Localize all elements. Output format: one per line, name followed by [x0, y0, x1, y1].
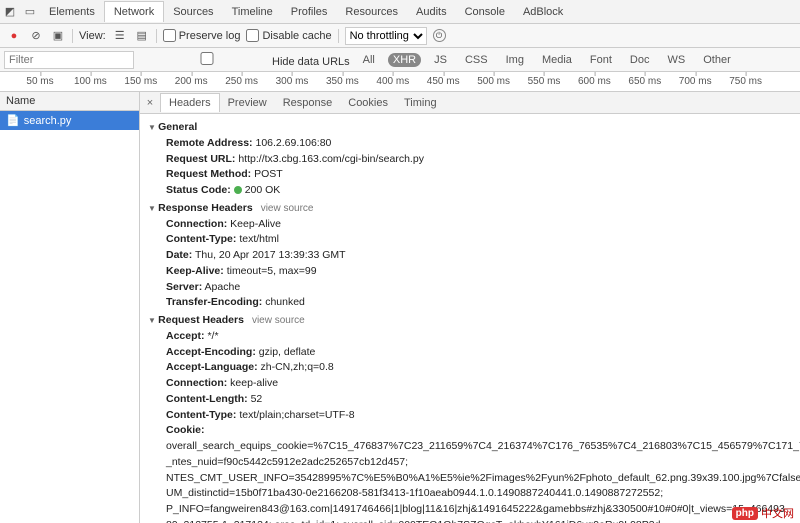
- filter-js[interactable]: JS: [429, 53, 452, 67]
- tab-network[interactable]: Network: [104, 1, 164, 22]
- filter-doc[interactable]: Doc: [625, 53, 655, 67]
- detail-tabs: × Headers Preview Response Cookies Timin…: [140, 92, 800, 114]
- camera-icon[interactable]: ▣: [50, 28, 66, 44]
- separator: [156, 29, 157, 43]
- filter-ws[interactable]: WS: [662, 53, 690, 67]
- response-headers-section[interactable]: Response Headersview source: [148, 201, 792, 217]
- filter-other[interactable]: Other: [698, 53, 736, 67]
- network-toolbar: ● ⊘ ▣ View: ☰ ▤ Preserve log Disable cac…: [0, 24, 800, 48]
- filter-xhr[interactable]: XHR: [388, 53, 421, 67]
- tab-cookies[interactable]: Cookies: [340, 94, 396, 112]
- filter-all[interactable]: All: [358, 53, 380, 67]
- request-list: Name 📄 search.py: [0, 92, 140, 523]
- tab-adblock[interactable]: AdBlock: [514, 2, 572, 22]
- offline-icon[interactable]: ⏻: [433, 29, 446, 42]
- tab-response[interactable]: Response: [275, 94, 341, 112]
- details-panel: × Headers Preview Response Cookies Timin…: [140, 92, 800, 523]
- tab-headers[interactable]: Headers: [160, 93, 220, 112]
- timeline-ruler: 50 ms 100 ms 150 ms 200 ms 250 ms 300 ms…: [0, 72, 800, 92]
- filter-input[interactable]: [4, 51, 134, 69]
- filter-media[interactable]: Media: [537, 53, 577, 67]
- tab-timing[interactable]: Timing: [396, 94, 445, 112]
- view-source-link[interactable]: view source: [252, 315, 305, 326]
- file-name: search.py: [24, 115, 72, 127]
- separator: [338, 29, 339, 43]
- record-icon[interactable]: ●: [6, 28, 22, 44]
- clear-icon[interactable]: ⊘: [28, 28, 44, 44]
- watermark-logo: php: [732, 507, 758, 520]
- frame-view-icon[interactable]: ▤: [134, 28, 150, 44]
- device-icon[interactable]: ▭: [20, 2, 40, 22]
- tab-console[interactable]: Console: [456, 2, 514, 22]
- filter-img[interactable]: Img: [501, 53, 529, 67]
- filter-css[interactable]: CSS: [460, 53, 493, 67]
- request-headers-section[interactable]: Request Headersview source: [148, 313, 792, 329]
- tab-sources[interactable]: Sources: [164, 2, 222, 22]
- separator: [72, 29, 73, 43]
- general-section[interactable]: General: [148, 120, 792, 136]
- tab-resources[interactable]: Resources: [336, 2, 407, 22]
- preserve-log-checkbox[interactable]: Preserve log: [163, 29, 241, 42]
- tab-profiles[interactable]: Profiles: [282, 2, 337, 22]
- view-source-link[interactable]: view source: [261, 203, 314, 214]
- throttle-select[interactable]: No throttling: [345, 27, 427, 45]
- filter-bar: Hide data URLs All XHR JS CSS Img Media …: [0, 48, 800, 72]
- file-icon: 📄: [6, 114, 20, 127]
- list-view-icon[interactable]: ☰: [112, 28, 128, 44]
- status-dot-icon: [234, 186, 242, 194]
- inspect-icon[interactable]: ◩: [0, 2, 20, 22]
- devtools-tabs: ◩ ▭ Elements Network Sources Timeline Pr…: [0, 0, 800, 24]
- request-row[interactable]: 📄 search.py: [0, 111, 139, 130]
- view-label: View:: [79, 30, 106, 42]
- tab-elements[interactable]: Elements: [40, 2, 104, 22]
- tab-audits[interactable]: Audits: [407, 2, 456, 22]
- filter-font[interactable]: Font: [585, 53, 617, 67]
- tab-timeline[interactable]: Timeline: [223, 2, 282, 22]
- disable-cache-checkbox[interactable]: Disable cache: [246, 29, 331, 42]
- name-header[interactable]: Name: [0, 92, 139, 111]
- tab-preview[interactable]: Preview: [220, 94, 275, 112]
- watermark: php 中文网: [732, 505, 794, 521]
- hide-data-urls-checkbox[interactable]: Hide data URLs: [142, 52, 350, 68]
- close-icon[interactable]: ×: [140, 97, 160, 109]
